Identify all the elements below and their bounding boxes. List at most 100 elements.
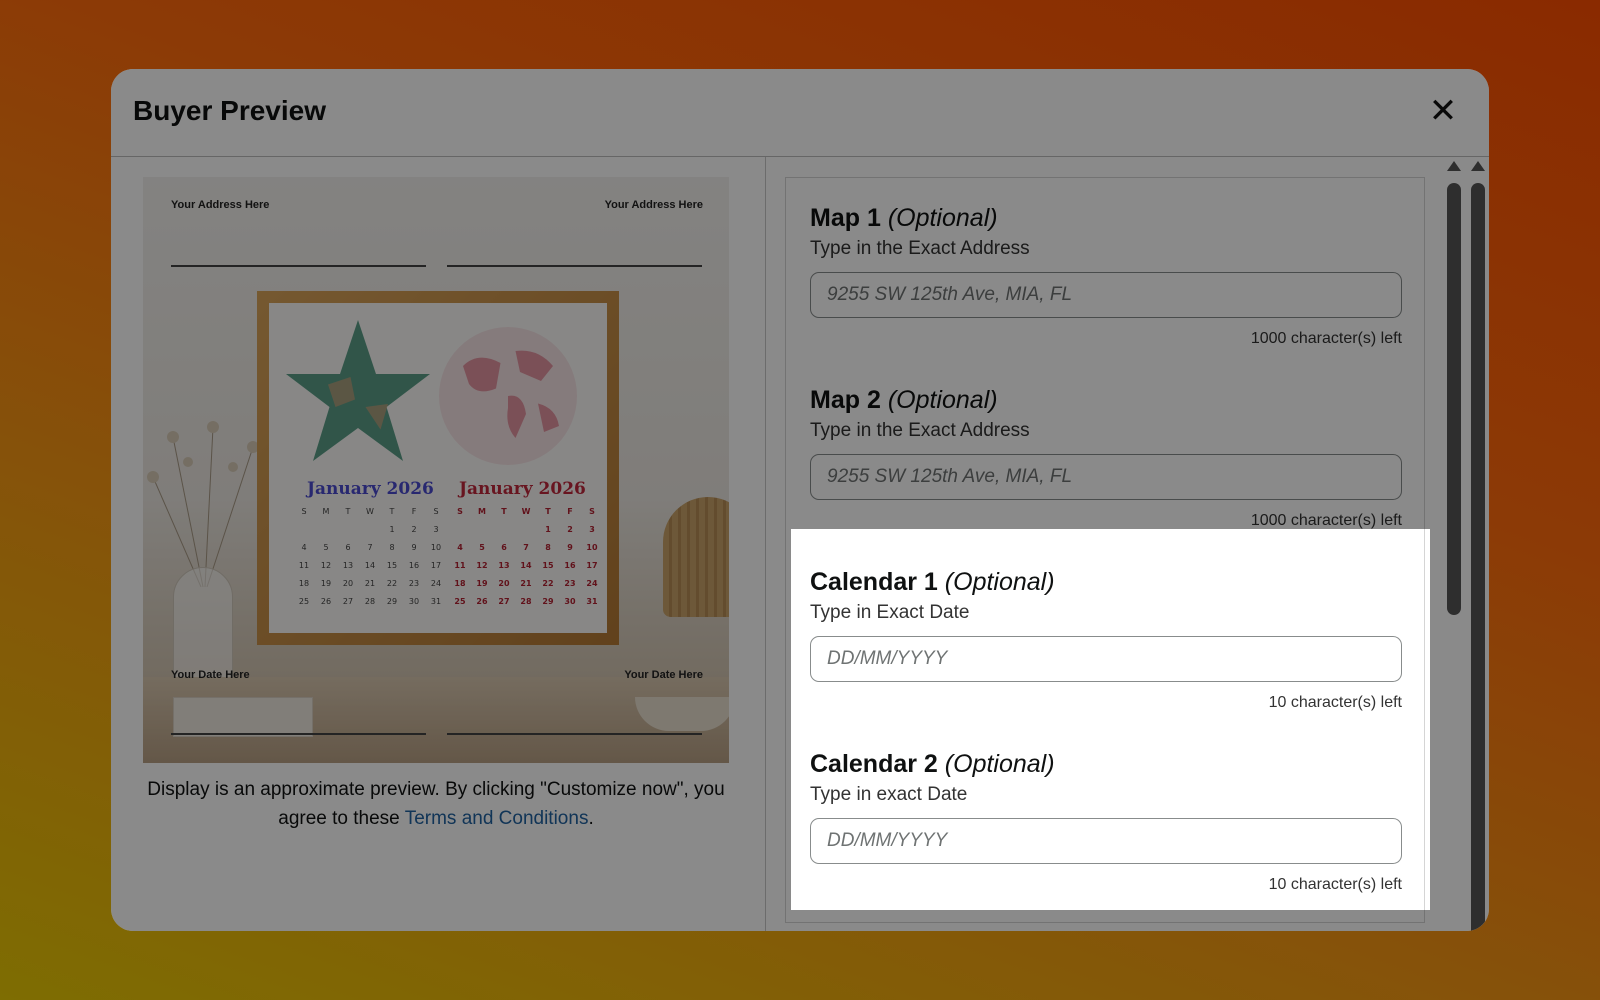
calendar-day: 26 <box>320 597 332 606</box>
calendar-day <box>359 525 381 534</box>
picture-frame: January 2026 January 2026 S M T W T F S 12 3 4 5 6 7… <box>257 291 619 645</box>
calendar-day: 14 <box>520 561 532 570</box>
calendar-day: F <box>567 507 573 516</box>
calendar-left-title: January 2026 <box>307 479 434 499</box>
product-preview-image: Your Address Here Your Address Here Janu… <box>143 177 729 763</box>
calendar-day: 13 <box>342 561 354 570</box>
calendar-day: 19 <box>320 579 332 588</box>
calendar-day: 24 <box>586 579 598 588</box>
calendar-day <box>293 525 315 534</box>
address-line-left <box>171 265 426 267</box>
date-label-left: Your Date Here <box>171 669 250 681</box>
calendar-day <box>471 525 493 534</box>
map-1-address-input[interactable] <box>810 272 1402 318</box>
calendar-day: 7 <box>523 543 529 552</box>
calendar-day: 8 <box>545 543 551 552</box>
character-counter: 1000 character(s) left <box>1250 512 1402 529</box>
field-title: Map 1 (Optional) <box>810 204 998 232</box>
calendar-day: 31 <box>586 597 598 606</box>
calendar-day: 18 <box>454 579 466 588</box>
modal-title: Buyer Preview <box>133 95 326 126</box>
close-icon[interactable]: ✕ <box>1423 91 1463 131</box>
modal-header: Buyer Preview ✕ <box>111 69 1489 157</box>
calendar-right-title: January 2026 <box>459 479 586 499</box>
scroll-up-icon[interactable] <box>1447 161 1461 171</box>
calendar-day <box>515 525 537 534</box>
calendar-day: 20 <box>498 579 510 588</box>
map-2-address-input[interactable] <box>810 454 1402 500</box>
calendar-day: 22 <box>542 579 554 588</box>
calendar-day: 4 <box>301 543 307 552</box>
scroll-thumb[interactable] <box>1471 183 1485 931</box>
field-subtitle: Type in the Exact Address <box>810 420 1030 441</box>
map-1-field: Map 1 (Optional) Type in the Exact Addre… <box>810 204 1402 348</box>
disclaimer-end: . <box>588 808 594 829</box>
panel-divider <box>765 157 766 931</box>
field-subtitle: Type in exact Date <box>810 784 968 805</box>
calendar-day <box>337 525 359 534</box>
map-2-field: Map 2 (Optional) Type in the Exact Addre… <box>810 386 1402 530</box>
rattan-lamp <box>663 497 729 617</box>
calendar-day: 17 <box>430 561 442 570</box>
calendar-day: 2 <box>567 525 573 534</box>
field-title: Map 2 (Optional) <box>810 386 998 414</box>
calendar-day: 27 <box>498 597 510 606</box>
calendar-2-field: Calendar 2 (Optional) Type in exact Date… <box>810 750 1402 894</box>
calendar-day: 29 <box>542 597 554 606</box>
calendar-day: 23 <box>408 579 420 588</box>
world-map-icon <box>439 327 577 465</box>
customization-form: Map 1 (Optional) Type in the Exact Addre… <box>785 177 1425 923</box>
terms-and-conditions-link[interactable]: Terms and Conditions <box>405 808 589 829</box>
calendar-day: F <box>411 507 417 516</box>
calendar-day: 15 <box>386 561 398 570</box>
inner-scrollbar[interactable] <box>1446 161 1462 931</box>
calendar-day: 6 <box>345 543 351 552</box>
field-subtitle: Type in the Exact Address <box>810 238 1030 259</box>
character-counter: 10 character(s) left <box>1268 694 1402 711</box>
calendar-day: 16 <box>564 561 576 570</box>
calendar-day: W <box>521 507 531 516</box>
field-title: Calendar 1 (Optional) <box>810 568 1055 596</box>
calendar-day: 5 <box>323 543 329 552</box>
calendar-left-grid: S M T W T F S 1 2 3 4 5 6 7 8 9 10 11 12 13 14 15 16 17 18 19 20 21… <box>293 507 447 606</box>
calendar-day: M <box>478 507 486 516</box>
calendar-day: 15 <box>542 561 554 570</box>
calendar-day: 11 <box>298 561 310 570</box>
calendar-day: 18 <box>298 579 310 588</box>
date-line-left <box>171 733 426 735</box>
outer-scrollbar[interactable] <box>1470 161 1486 931</box>
calendar-day: T <box>545 507 551 516</box>
calendar-day: S <box>301 507 307 516</box>
calendar-day: 16 <box>408 561 420 570</box>
preview-disclaimer: Display is an approximate preview. By cl… <box>143 775 729 833</box>
calendar-day: 9 <box>411 543 417 552</box>
calendar-day: 2 <box>411 525 417 534</box>
calendar-day: 7 <box>367 543 373 552</box>
calendar-day: 3 <box>433 525 439 534</box>
calendar-day: 19 <box>476 579 488 588</box>
calendar-day: 30 <box>564 597 576 606</box>
buyer-preview-modal: Buyer Preview ✕ Your Address Here Your A… <box>111 69 1489 931</box>
calendar-day: 13 <box>498 561 510 570</box>
calendar-day: 29 <box>386 597 398 606</box>
calendar-day: 28 <box>364 597 376 606</box>
address-line-right <box>447 265 702 267</box>
calendar-day: 28 <box>520 597 532 606</box>
calendar-day: 26 <box>476 597 488 606</box>
calendar-day: S <box>457 507 463 516</box>
calendar-day: 21 <box>520 579 532 588</box>
calendar-day: 3 <box>589 525 595 534</box>
calendar-2-date-input[interactable] <box>810 818 1402 864</box>
calendar-day: 25 <box>454 597 466 606</box>
scroll-thumb[interactable] <box>1447 183 1461 615</box>
calendar-day: T <box>389 507 395 516</box>
field-title: Calendar 2 (Optional) <box>810 750 1055 778</box>
dried-flowers-icon <box>147 421 259 587</box>
calendar-day: 10 <box>586 543 598 552</box>
calendar-day: S <box>433 507 439 516</box>
calendar-day: 27 <box>342 597 354 606</box>
calendar-1-date-input[interactable] <box>810 636 1402 682</box>
scroll-up-icon[interactable] <box>1471 161 1485 171</box>
calendar-day: 12 <box>320 561 332 570</box>
date-label-right: Your Date Here <box>624 669 703 681</box>
